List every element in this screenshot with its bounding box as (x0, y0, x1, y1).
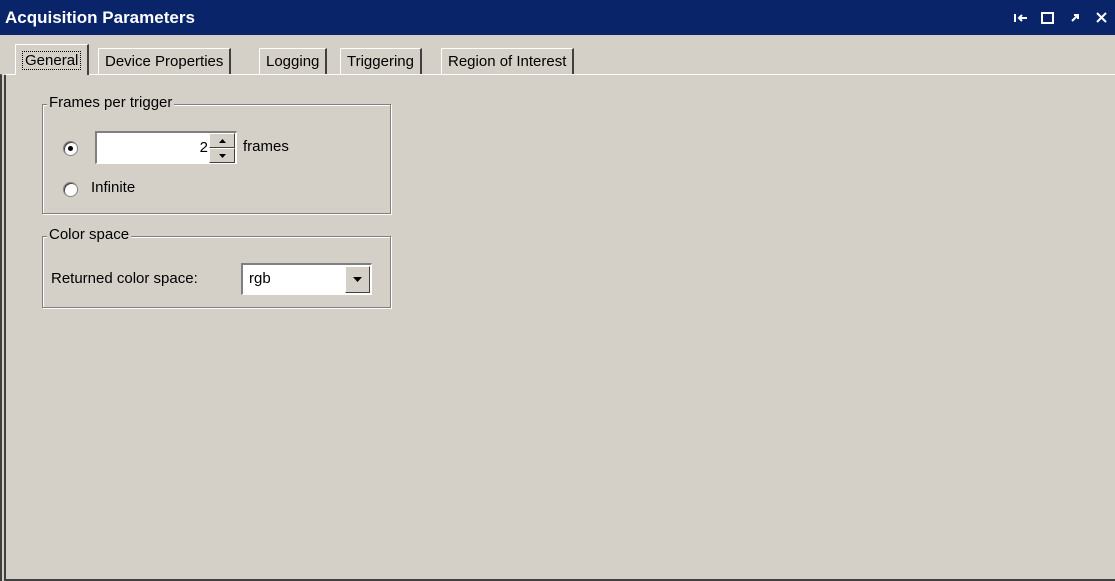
tab-device-properties[interactable]: Device Properties (98, 48, 232, 74)
tab-label: Logging (266, 53, 320, 70)
radio-selected-dot (68, 146, 73, 151)
chevron-up-icon (218, 138, 226, 143)
dropdown-button[interactable] (345, 266, 370, 293)
returned-color-space-value: rgb (249, 270, 271, 287)
group-title: Frames per trigger (47, 94, 175, 111)
close-icon[interactable] (1088, 0, 1115, 35)
tab-triggering[interactable]: Triggering (340, 48, 422, 74)
tab-label: Region of Interest (448, 53, 567, 70)
tab-strip: General Device Properties Logging Trigge… (0, 35, 1115, 75)
color-space-group: Color space Returned color space: rgb (42, 226, 391, 308)
infinite-radio[interactable] (63, 182, 78, 197)
spin-down-button[interactable] (209, 148, 235, 163)
tab-logging[interactable]: Logging (259, 48, 328, 74)
returned-color-space-select[interactable]: rgb (241, 263, 372, 295)
tab-label: Device Properties (105, 53, 224, 70)
undock-icon[interactable] (1007, 0, 1034, 35)
spinner-buttons (209, 133, 235, 163)
returned-color-space-label: Returned color space: (51, 270, 198, 287)
window-titlebar: Acquisition Parameters (0, 0, 1115, 35)
frames-unit-label: frames (243, 138, 289, 155)
window-title: Acquisition Parameters (5, 7, 195, 27)
maximize-icon[interactable] (1034, 0, 1061, 35)
group-title: Color space (47, 226, 132, 243)
spin-up-button[interactable] (209, 133, 235, 148)
tab-label: General (22, 50, 82, 70)
restore-icon[interactable] (1061, 0, 1088, 35)
frames-per-trigger-group: Frames per trigger 2 frames Infinite (42, 94, 391, 214)
frames-value: 2 (199, 139, 208, 156)
tab-label: Triggering (347, 53, 414, 70)
infinite-label: Infinite (91, 179, 136, 196)
frames-spinner[interactable]: 2 (95, 131, 237, 164)
chevron-down-icon (218, 153, 226, 158)
frames-radio[interactable] (63, 141, 78, 156)
general-tab-panel: Frames per trigger 2 frames Infinite Col… (0, 74, 1115, 581)
tab-region-of-interest[interactable]: Region of Interest (441, 48, 575, 74)
chevron-down-icon (353, 277, 362, 282)
window-controls (1007, 0, 1115, 35)
tab-general[interactable]: General (15, 44, 90, 75)
